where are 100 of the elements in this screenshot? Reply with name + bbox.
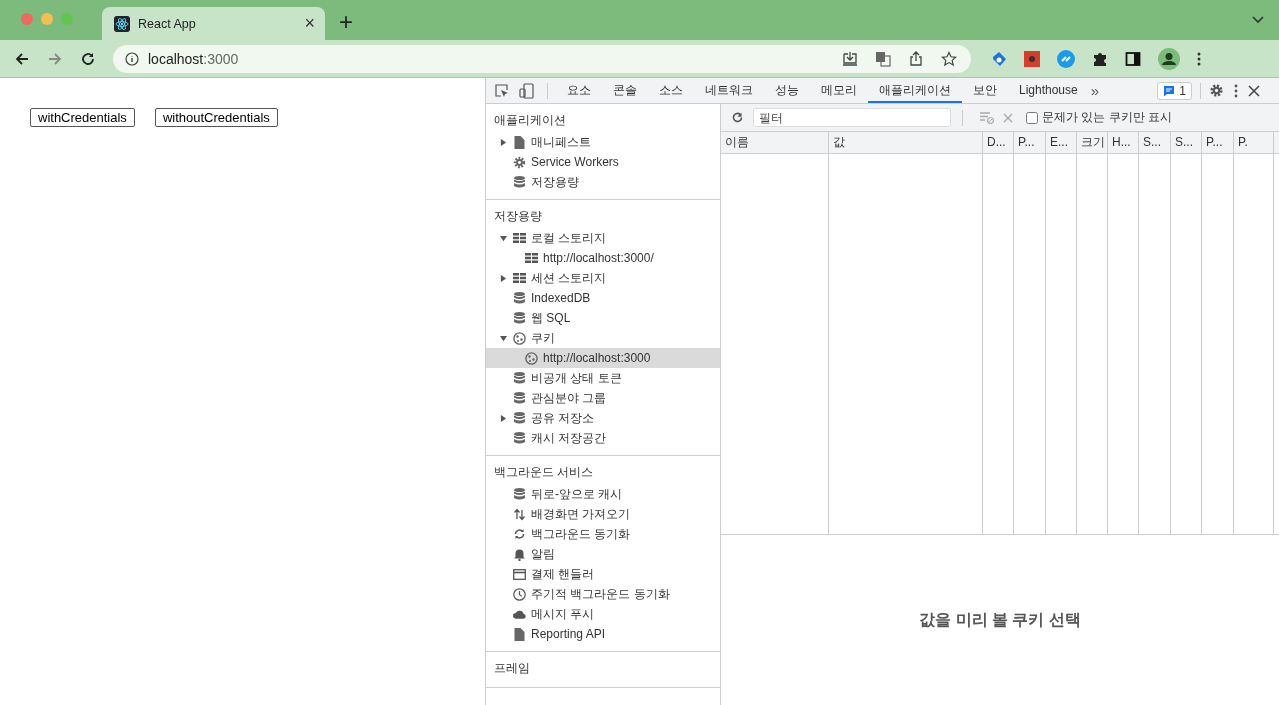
sidebar-item[interactable]: 웹 SQL (486, 308, 720, 328)
sync-icon (513, 528, 526, 540)
sidebar-item[interactable]: 로컬 스토리지 (486, 228, 720, 248)
page-button[interactable]: withoutCredentials (154, 108, 278, 127)
reload-icon[interactable] (80, 50, 96, 67)
devtools-tab[interactable]: 콘솔 (602, 78, 648, 103)
column-header[interactable]: E... (1046, 132, 1077, 153)
sync-extension-icon[interactable] (1057, 49, 1075, 68)
file-icon (513, 627, 526, 641)
column-header[interactable]: P. (1234, 132, 1274, 153)
section-title: 백그라운드 서비스 (493, 464, 595, 481)
column-header[interactable]: P... (1014, 132, 1046, 153)
sidebar-item[interactable]: http://localhost:3000 (486, 348, 720, 368)
sidebar-item[interactable]: 백그라운드 동기화 (486, 524, 720, 544)
checkbox-label: 문제가 있는 쿠키만 표시 (1042, 109, 1172, 126)
tag-icon[interactable] (991, 50, 1007, 67)
sidebar-item[interactable]: 주기적 백그라운드 동기화 (486, 584, 720, 604)
only-issues-checkbox[interactable] (1026, 111, 1038, 124)
more-tabs-button[interactable]: » (1090, 82, 1100, 99)
cookie-icon (513, 331, 526, 345)
column-header[interactable]: 크기 (1077, 132, 1108, 153)
close-window-dot[interactable] (21, 13, 33, 25)
column-header[interactable]: S... (1171, 132, 1202, 153)
browser-tab[interactable]: React App × (102, 7, 325, 40)
file-icon (513, 135, 526, 149)
collapsed-arrow-icon[interactable] (500, 414, 507, 422)
inspect-icon[interactable] (495, 83, 509, 98)
expanded-arrow-icon[interactable] (500, 234, 507, 242)
devtools-tab[interactable]: 네트워크 (694, 78, 764, 103)
sidebar-item[interactable]: Service Workers (486, 152, 720, 172)
column-header[interactable]: P... (1202, 132, 1234, 153)
new-tab-button[interactable]: + (339, 8, 353, 36)
collapsed-arrow-icon[interactable] (500, 274, 507, 282)
clock-icon (513, 587, 526, 601)
settings-icon[interactable] (1209, 83, 1224, 98)
atom-icon (114, 15, 130, 32)
column-header[interactable]: H... (1108, 132, 1139, 153)
info-icon (125, 51, 139, 66)
page-button[interactable]: withCredentials (30, 108, 135, 127)
address-bar[interactable]: localhost:3000 (113, 44, 971, 73)
sidebar-item[interactable]: 결제 핸들러 (486, 564, 720, 584)
column-header[interactable]: D... (983, 132, 1014, 153)
more-icon[interactable] (1197, 51, 1201, 66)
cloud-icon (513, 609, 526, 619)
sidebar-item[interactable]: 뒤로-앞으로 캐시 (486, 484, 720, 504)
more-icon[interactable] (1234, 83, 1238, 98)
sidebar-item[interactable]: 비공개 상태 토큰 (486, 368, 720, 388)
forward-icon[interactable] (47, 50, 63, 67)
column-header[interactable]: S... (1139, 132, 1171, 153)
install-icon[interactable] (842, 50, 858, 67)
section-title: 저장용량 (493, 208, 543, 225)
database-icon (513, 392, 526, 404)
side-panel-icon[interactable] (1125, 50, 1141, 67)
extension-icon[interactable] (1024, 50, 1040, 67)
devtools-tab[interactable]: Lighthouse (1008, 78, 1089, 103)
devtools-tab[interactable]: 성능 (764, 78, 810, 103)
close-tab-button[interactable]: × (304, 13, 315, 34)
sidebar-item[interactable]: 캐시 저장공간 (486, 428, 720, 448)
filter-field[interactable]: 필터 (753, 108, 951, 127)
sidebar-item[interactable]: 저장용량 (486, 172, 720, 192)
avatar-icon[interactable] (1158, 47, 1180, 70)
chevron-down-icon[interactable] (1252, 16, 1264, 24)
database-icon (513, 488, 526, 500)
star-icon[interactable] (941, 50, 957, 67)
close-icon[interactable] (1248, 84, 1260, 97)
database-icon (513, 372, 526, 384)
sidebar-item[interactable]: IndexedDB (486, 288, 720, 308)
column-header[interactable]: 이름 (721, 132, 829, 153)
expanded-arrow-icon[interactable] (500, 334, 507, 342)
database-icon (513, 292, 526, 304)
refresh-icon[interactable] (731, 111, 744, 124)
database-icon (513, 432, 526, 444)
back-icon[interactable] (14, 50, 30, 67)
devtools-tab[interactable]: 메모리 (810, 78, 868, 103)
device-icon[interactable] (519, 82, 535, 99)
sidebar-item[interactable]: 공유 저장소 (486, 408, 720, 428)
sidebar-item[interactable]: Reporting API (486, 624, 720, 644)
column-header[interactable]: 값 (829, 132, 983, 153)
zoom-window-dot[interactable] (61, 13, 73, 25)
sidebar-item[interactable]: 관심분야 그룹 (486, 388, 720, 408)
puzzle-icon[interactable] (1092, 50, 1108, 67)
database-icon (513, 312, 526, 324)
sidebar-item[interactable]: 배경화면 가져오기 (486, 504, 720, 524)
sidebar-item[interactable]: http://localhost:3000/ (486, 248, 720, 268)
sidebar-item[interactable]: 세션 스토리지 (486, 268, 720, 288)
devtools-tab[interactable]: 보안 (962, 78, 1008, 103)
sidebar-item[interactable]: 메시지 푸시 (486, 604, 720, 624)
minimize-window-dot[interactable] (41, 13, 53, 25)
devtools-tab[interactable]: 소스 (648, 78, 694, 103)
sidebar-item[interactable]: 매니페스트 (486, 132, 720, 152)
translate-icon[interactable] (875, 50, 891, 67)
sidebar-item[interactable]: 쿠키 (486, 328, 720, 348)
cookie-icon (525, 351, 538, 365)
collapsed-arrow-icon[interactable] (500, 138, 507, 146)
share-icon[interactable] (908, 50, 924, 67)
section-title: 프레임 (493, 660, 531, 677)
issues-button[interactable]: 1 (1157, 81, 1192, 100)
preview-message: 값을 미리 볼 쿠키 선택 (919, 609, 1081, 630)
devtools-tab[interactable]: 요소 (556, 78, 602, 103)
sidebar-item[interactable]: 알림 (486, 544, 720, 564)
